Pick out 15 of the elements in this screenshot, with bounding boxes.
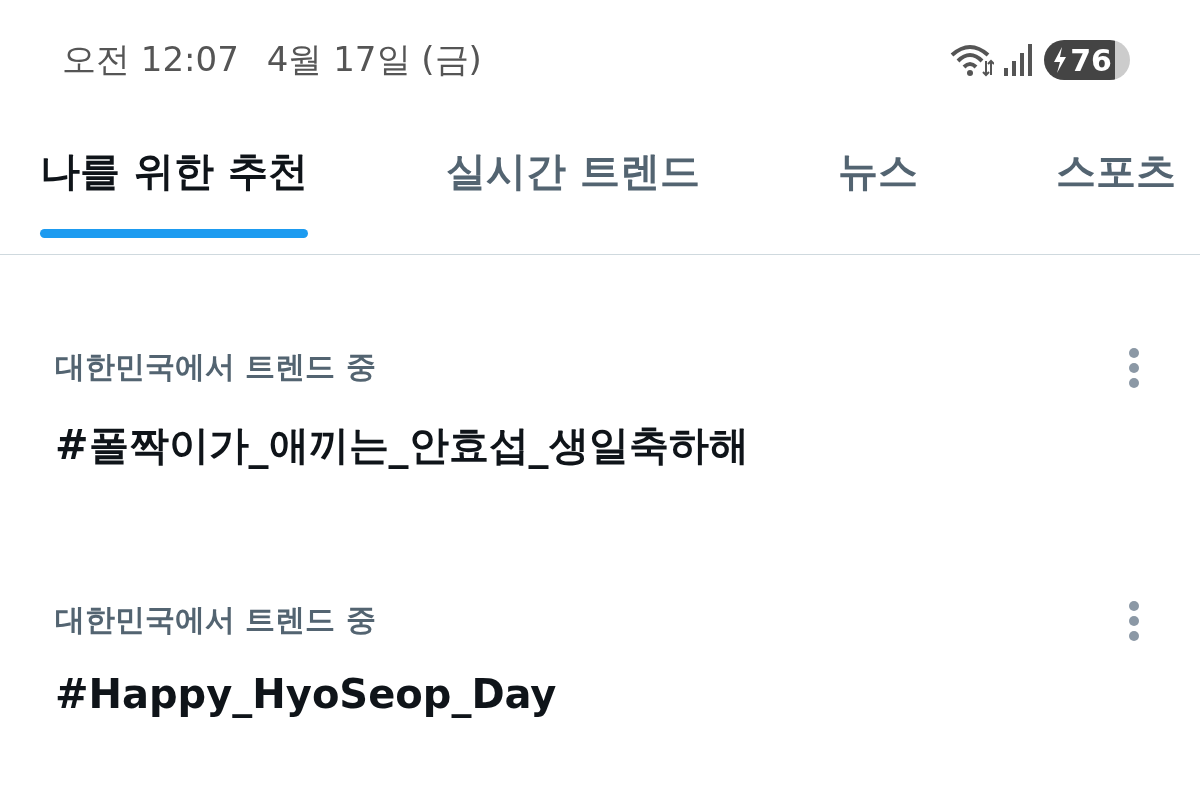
- more-icon[interactable]: [1128, 347, 1140, 389]
- trend-context: 대한민국에서 트렌드 중: [55, 348, 376, 386]
- tab[interactable]: 나를 위한 추천: [40, 120, 308, 254]
- date: 4월 17일 (금): [266, 38, 482, 81]
- tab[interactable]: 스포츠: [1056, 120, 1176, 254]
- trend-title[interactable]: #Happy_HyoSeop_Day: [55, 671, 557, 717]
- tab[interactable]: 뉴스: [837, 120, 918, 254]
- wifi-icon: [950, 43, 995, 77]
- time: 오전 12:07: [62, 38, 239, 81]
- trend-context: 대한민국에서 트렌드 중: [55, 601, 376, 639]
- more-icon[interactable]: [1128, 600, 1140, 642]
- battery-indicator: 76: [1044, 40, 1130, 80]
- tab[interactable]: 실시간 트렌드: [445, 120, 700, 254]
- signal-icon: [1004, 44, 1035, 76]
- trend-title[interactable]: #폴짝이가_애끼는_안효섭_생일축하해: [55, 418, 749, 473]
